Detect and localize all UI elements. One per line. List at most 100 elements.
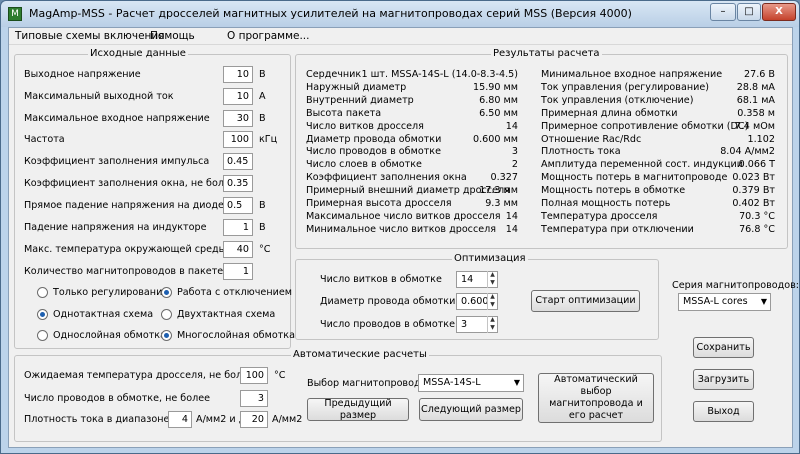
result-left-label: Примерная высота дросселя: [306, 198, 452, 209]
pulse-duty-input[interactable]: 0.45: [223, 153, 253, 170]
result-left-value: 6.50 мм: [479, 107, 518, 119]
radio-push-pull[interactable]: [161, 309, 172, 320]
opt-turns-label: Число витков в обмотке: [320, 274, 442, 285]
load-button[interactable]: Загрузить: [693, 369, 754, 390]
window-fill-input[interactable]: 0.35: [223, 175, 253, 192]
save-button[interactable]: Сохранить: [693, 337, 754, 358]
auto-density-to-input[interactable]: 20: [240, 411, 268, 428]
window-title: MagAmp-MSS - Расчет дросселей магнитных …: [29, 7, 632, 20]
auto-wires-input[interactable]: 3: [240, 390, 268, 407]
result-right-label: Ток управления (отключение): [541, 94, 694, 106]
opt-wire-spinner[interactable]: ▲ ▼: [487, 293, 497, 310]
opt-turns-spinner[interactable]: ▲ ▼: [487, 271, 497, 288]
result-right-value: 1.102: [747, 133, 775, 145]
result-left-value: 3: [511, 146, 518, 158]
input-data-group: Исходные данные Выходное напряжение 10 В…: [14, 48, 295, 349]
result-right-value: 0.402 Вт: [732, 198, 775, 209]
result-right-label: Мощность потерь в обмотке: [541, 185, 686, 197]
max-output-current-label: Максимальный выходной ток: [24, 91, 174, 102]
result-right-value: 28.8 мА: [736, 81, 775, 93]
result-right-label: Плотность тока: [541, 146, 621, 158]
ambient-temp-input[interactable]: 40: [223, 241, 253, 258]
client-area: Типовые схемы включения Помощь О програм…: [8, 27, 799, 448]
radio-single-layer[interactable]: [37, 330, 48, 341]
result-right-value: 0.379 Вт: [732, 185, 775, 197]
cores-count-input[interactable]: 1: [223, 263, 253, 280]
radio-with-shutdown[interactable]: [161, 287, 172, 298]
diode-drop-label: Прямое падение напряжения на диоде: [24, 200, 224, 211]
series-select[interactable]: MSSA-L cores ▼: [678, 293, 771, 311]
auto-temp-input[interactable]: 100: [240, 367, 268, 384]
result-left-value: 0.327: [490, 172, 518, 184]
input-data-title: Исходные данные: [88, 48, 188, 59]
max-input-voltage-input[interactable]: 30: [223, 110, 253, 127]
result-left-label: Коэффициент заполнения окна: [306, 172, 467, 184]
previous-size-button[interactable]: Предыдущий размер: [307, 398, 409, 421]
result-left-label: Число слоев в обмотке: [306, 159, 422, 171]
minimize-button[interactable]: –: [710, 3, 736, 21]
auto-calc-group: Автоматические расчеты Ожидаемая темпера…: [14, 349, 662, 442]
core-select[interactable]: MSSA-14S-L ▼: [418, 374, 524, 392]
result-right-label: Мощность потерь в магнитопроводе: [541, 172, 728, 184]
result-right-value: 8.04 А/мм2: [720, 146, 775, 158]
result-left-value: 6.80 мм: [479, 94, 518, 106]
radio-regulation-only[interactable]: [37, 287, 48, 298]
result-right-label: Температура дросселя: [541, 210, 658, 222]
radio-multi-layer-label: Многослойная обмотка: [177, 330, 295, 341]
series-select-value: MSSA-L cores: [683, 296, 748, 307]
radio-with-shutdown-label: Работа с отключением: [177, 287, 292, 298]
opt-wires-spinner[interactable]: ▲ ▼: [487, 316, 497, 333]
auto-select-core-button[interactable]: Автоматический выбор магнитопровода и ег…: [538, 373, 654, 423]
result-right-label: Ток управления (регулирование): [541, 81, 709, 93]
result-left-value: 1 шт. MSSA-14S-L (14.0-8.3-4.5): [361, 69, 518, 80]
result-right-value: 0.358 м: [737, 107, 775, 119]
result-right-value: 0.023 Вт: [732, 172, 775, 184]
result-left-label: Диаметр провода обмотки: [306, 133, 442, 145]
start-optimization-button[interactable]: Старт оптимизации: [531, 290, 640, 312]
result-right-label: Температура при отключении: [541, 223, 694, 235]
output-voltage-unit: В: [259, 69, 266, 80]
diode-drop-unit: В: [259, 200, 266, 211]
results-group: Результаты расчета Сердечник 1 шт. MSSA-1…: [295, 48, 788, 249]
optimization-group: Оптимизация Число витков в обмотке 14 ▲ ▼…: [295, 253, 659, 340]
inductor-drop-label: Падение напряжения на индукторе: [24, 222, 207, 233]
ambient-temp-label: Макс. температура окружающей среды: [24, 244, 227, 255]
radio-push-pull-label: Двухтактная схема: [177, 309, 276, 320]
menu-about[interactable]: О программе...: [227, 30, 310, 42]
result-left-label: Высота пакета: [306, 107, 382, 119]
auto-calc-title: Автоматические расчеты: [291, 349, 429, 360]
auto-temp-unit: °С: [274, 370, 286, 381]
radio-single-ended-label: Однотактная схема: [53, 309, 154, 320]
result-left-label: Внутренний диаметр: [306, 94, 414, 106]
auto-temp-label: Ожидаемая температура дросселя, не более: [24, 370, 254, 381]
exit-button[interactable]: Выход: [693, 401, 754, 422]
radio-single-layer-label: Однослойная обмотка: [53, 330, 166, 341]
optimization-title: Оптимизация: [452, 253, 528, 264]
result-right-label: Минимальное входное напряжение: [541, 69, 723, 80]
menu-help[interactable]: Помощь: [150, 30, 195, 42]
menu-typical-schemes[interactable]: Типовые схемы включения: [15, 30, 165, 42]
inductor-drop-input[interactable]: 1: [223, 219, 253, 236]
auto-density-from-input[interactable]: 4: [168, 411, 192, 428]
output-voltage-input[interactable]: 10: [223, 66, 253, 83]
chevron-down-icon: ▼: [513, 378, 520, 387]
result-left-value: 17.3 мм: [479, 185, 518, 197]
max-input-voltage-unit: В: [259, 113, 266, 124]
next-size-button[interactable]: Следующий размер: [419, 398, 523, 421]
title-bar[interactable]: M MagAmp-MSS - Расчет дросселей магнитны…: [1, 1, 799, 27]
result-left-value: 15.90 мм: [473, 81, 518, 93]
diode-drop-input[interactable]: 0.5: [223, 197, 253, 214]
result-left-label: Наружный диаметр: [306, 81, 407, 93]
frequency-input[interactable]: 100: [223, 131, 253, 148]
maximize-button[interactable]: □: [737, 3, 761, 21]
series-label: Серия магнитопроводов:: [672, 280, 800, 291]
radio-multi-layer[interactable]: [161, 330, 172, 341]
auto-wires-label: Число проводов в обмотке, не более: [24, 393, 211, 404]
ambient-temp-unit: °С: [259, 244, 271, 255]
opt-wires-label: Число проводов в обмотке: [320, 319, 455, 330]
max-output-current-input[interactable]: 10: [223, 88, 253, 105]
close-button[interactable]: X: [762, 3, 796, 21]
result-left-value: 14: [505, 223, 518, 235]
radio-single-ended[interactable]: [37, 309, 48, 320]
result-right-value: 68.1 мА: [736, 94, 775, 106]
